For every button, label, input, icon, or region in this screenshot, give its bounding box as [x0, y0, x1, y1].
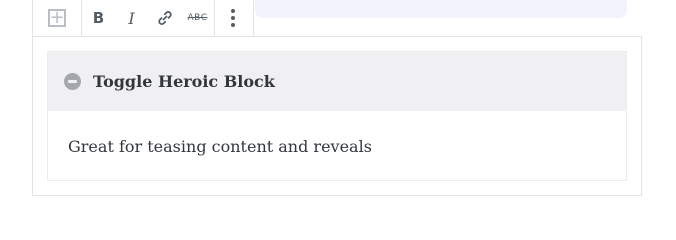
selected-block-highlight — [255, 0, 627, 18]
link-icon — [157, 11, 172, 25]
inserter-group: + — [33, 0, 82, 36]
toggle-block-content[interactable]: Great for teasing content and reveals — [48, 111, 626, 156]
add-block-button[interactable]: + — [33, 0, 81, 36]
strikethrough-button[interactable]: ABC — [181, 0, 214, 36]
toggle-block-title[interactable]: Toggle Heroic Block — [93, 72, 275, 91]
italic-button[interactable]: I — [115, 0, 148, 36]
plus-square-icon: + — [48, 7, 66, 28]
link-button[interactable] — [148, 0, 181, 36]
vertical-ellipsis-icon — [231, 9, 235, 27]
toggle-block-header[interactable]: Toggle Heroic Block — [48, 52, 626, 111]
minus-circle-icon[interactable] — [64, 73, 81, 90]
format-group: B I ABC — [82, 0, 215, 36]
more-group — [215, 0, 251, 36]
bold-button[interactable]: B — [82, 0, 115, 36]
more-options-button[interactable] — [215, 0, 251, 36]
toggle-block: Toggle Heroic Block Great for teasing co… — [47, 51, 627, 181]
block-toolbar: + B I ABC — [32, 0, 254, 37]
